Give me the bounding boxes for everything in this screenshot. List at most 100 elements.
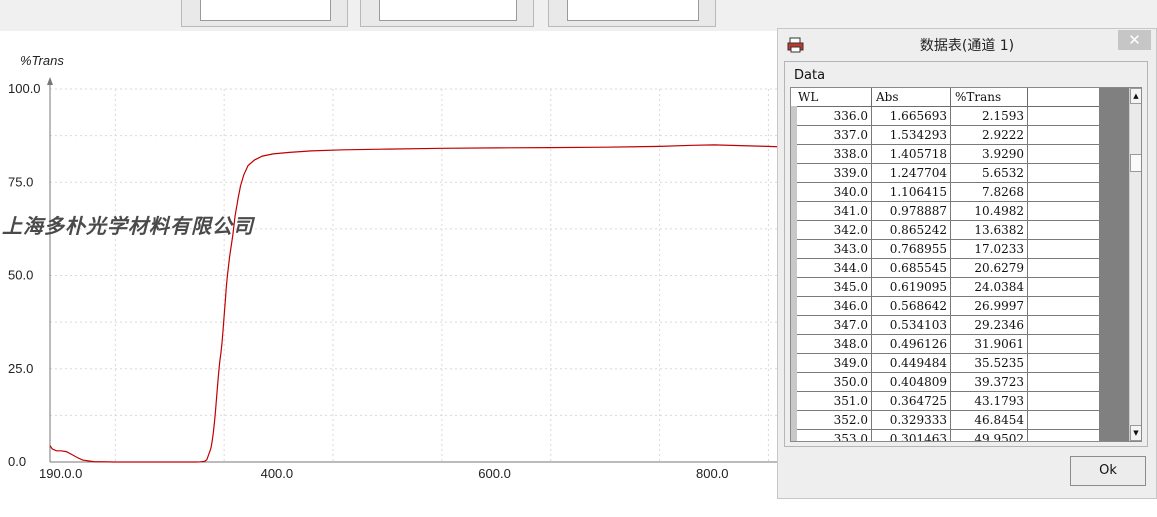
table-row[interactable]: 353.0 0.301463 49.9502 bbox=[791, 429, 1105, 441]
x-tick-label: 600.0 bbox=[478, 466, 511, 481]
table-row[interactable]: 342.0 0.865242 13.6382 bbox=[791, 220, 1105, 240]
cell-trans: 2.9222 bbox=[950, 125, 1028, 145]
cell-empty bbox=[1027, 277, 1105, 297]
cell-empty bbox=[1027, 144, 1105, 164]
table-header-row: WL Abs %Trans bbox=[794, 88, 1105, 107]
cell-trans: 20.6279 bbox=[950, 258, 1028, 278]
cell-trans: 24.0384 bbox=[950, 277, 1028, 297]
cell-empty bbox=[1027, 106, 1105, 126]
cell-wl: 346.0 bbox=[791, 296, 872, 316]
cell-abs: 1.106415 bbox=[871, 182, 951, 202]
ok-button[interactable]: Ok bbox=[1070, 456, 1146, 486]
scroll-down-button[interactable]: ▼ bbox=[1130, 425, 1141, 441]
table-row[interactable]: 343.0 0.768955 17.0233 bbox=[791, 239, 1105, 259]
table-row[interactable]: 351.0 0.364725 43.1793 bbox=[791, 391, 1105, 411]
cell-abs: 0.496126 bbox=[871, 334, 951, 354]
spectrum-chart[interactable]: 0.0 25.0 50.0 75.0 100.0 190.0.0 400.0 600.0 800… bbox=[0, 31, 780, 517]
cell-abs: 0.329333 bbox=[871, 410, 951, 430]
cell-trans: 29.2346 bbox=[950, 315, 1028, 335]
cell-wl: 339.0 bbox=[791, 163, 872, 183]
data-group-label: Data bbox=[794, 68, 826, 83]
table-row[interactable]: 339.0 1.247704 5.6532 bbox=[791, 163, 1105, 183]
table-row[interactable]: 348.0 0.496126 31.9061 bbox=[791, 334, 1105, 354]
cell-abs: 0.534103 bbox=[871, 315, 951, 335]
table-row[interactable]: 336.0 1.665693 2.1593 bbox=[791, 106, 1105, 126]
cell-abs: 0.865242 bbox=[871, 220, 951, 240]
cell-abs: 0.978887 bbox=[871, 201, 951, 221]
cell-empty bbox=[1027, 125, 1105, 145]
cell-wl: 350.0 bbox=[791, 372, 872, 392]
table-row[interactable]: 344.0 0.685545 20.6279 bbox=[791, 258, 1105, 278]
cell-abs: 0.301463 bbox=[871, 429, 951, 441]
cell-wl: 345.0 bbox=[791, 277, 872, 297]
cell-empty bbox=[1027, 220, 1105, 240]
close-button[interactable]: ✕ bbox=[1118, 30, 1151, 50]
cell-wl: 340.0 bbox=[791, 182, 872, 202]
table-row[interactable]: 340.0 1.106415 7.8268 bbox=[791, 182, 1105, 202]
cell-wl: 349.0 bbox=[791, 353, 872, 373]
x-tick-label: 190.0.0 bbox=[39, 466, 82, 481]
close-icon: ✕ bbox=[1128, 31, 1141, 49]
toolbar-field-frame-3 bbox=[548, 0, 716, 27]
cell-trans: 2.1593 bbox=[950, 106, 1028, 126]
scroll-thumb[interactable] bbox=[1130, 154, 1141, 172]
table-row[interactable]: 350.0 0.404809 39.3723 bbox=[791, 372, 1105, 392]
cell-abs: 1.405718 bbox=[871, 144, 951, 164]
cell-empty bbox=[1027, 315, 1105, 335]
column-header-abs[interactable]: Abs bbox=[871, 88, 951, 107]
column-header-trans[interactable]: %Trans bbox=[950, 88, 1028, 107]
x-tick-label: 400.0 bbox=[261, 466, 294, 481]
table-row[interactable]: 338.0 1.405718 3.9290 bbox=[791, 144, 1105, 164]
cell-wl: 352.0 bbox=[791, 410, 872, 430]
cell-abs: 1.534293 bbox=[871, 125, 951, 145]
table-row[interactable]: 346.0 0.568642 26.9997 bbox=[791, 296, 1105, 316]
toolbar-field-3[interactable] bbox=[567, 0, 699, 21]
cell-trans: 10.4982 bbox=[950, 201, 1028, 221]
arrow-down-icon: ▼ bbox=[1133, 429, 1139, 437]
cell-trans: 39.3723 bbox=[950, 372, 1028, 392]
data-grid[interactable]: WL Abs %Trans 336.0 1.665693 2.1593 337.0 1.… bbox=[790, 87, 1142, 442]
dialog-title: 数据表(通道 1) bbox=[919, 38, 1015, 54]
cell-trans: 35.5235 bbox=[950, 353, 1028, 373]
y-tick-label: 50.0 bbox=[8, 268, 33, 283]
cell-abs: 0.449484 bbox=[871, 353, 951, 373]
toolbar-field-frame-1 bbox=[181, 0, 348, 27]
x-tick-label: 800.0 bbox=[696, 466, 729, 481]
chart-tick-labels: 0.0 25.0 50.0 75.0 100.0 190.0.0 400.0 600.0 800… bbox=[8, 81, 729, 481]
cell-abs: 0.768955 bbox=[871, 239, 951, 259]
y-tick-label: 75.0 bbox=[8, 174, 33, 189]
scroll-up-button[interactable]: ▲ bbox=[1130, 88, 1141, 104]
vertical-scrollbar[interactable]: ▲ ▼ bbox=[1129, 88, 1141, 441]
spectrum-chart-area[interactable]: 0.0 25.0 50.0 75.0 100.0 190.0.0 400.0 600.0 800… bbox=[0, 31, 780, 517]
table-row[interactable]: 352.0 0.329333 46.8454 bbox=[791, 410, 1105, 430]
chart-axes bbox=[47, 77, 780, 463]
transmittance-series-line bbox=[49, 144, 780, 463]
column-header-wl[interactable]: WL bbox=[794, 88, 872, 107]
data-table: WL Abs %Trans 336.0 1.665693 2.1593 337.0 1.… bbox=[791, 88, 1105, 441]
cell-empty bbox=[1027, 372, 1105, 392]
cell-trans: 31.9061 bbox=[950, 334, 1028, 354]
cell-abs: 0.685545 bbox=[871, 258, 951, 278]
cell-abs: 0.619095 bbox=[871, 277, 951, 297]
data-group: Data WL Abs %Trans 336.0 1.665693 2.1593 33… bbox=[784, 61, 1148, 447]
table-row[interactable]: 337.0 1.534293 2.9222 bbox=[791, 125, 1105, 145]
toolbar-field-frame-2 bbox=[360, 0, 534, 27]
cell-trans: 5.6532 bbox=[950, 163, 1028, 183]
cell-wl: 338.0 bbox=[791, 144, 872, 164]
table-row[interactable]: 345.0 0.619095 24.0384 bbox=[791, 277, 1105, 297]
toolbar-field-2[interactable] bbox=[379, 0, 517, 21]
cell-empty bbox=[1027, 201, 1105, 221]
cell-wl: 351.0 bbox=[791, 391, 872, 411]
data-table-dialog[interactable]: 数据表(通道 1) ✕ Data WL Abs %Trans 336.0 1.66… bbox=[777, 28, 1157, 499]
cell-empty bbox=[1027, 296, 1105, 316]
y-axis-label: %Trans bbox=[20, 53, 64, 68]
table-row[interactable]: 347.0 0.534103 29.2346 bbox=[791, 315, 1105, 335]
table-row[interactable]: 341.0 0.978887 10.4982 bbox=[791, 201, 1105, 221]
cell-abs: 1.247704 bbox=[871, 163, 951, 183]
cell-trans: 26.9997 bbox=[950, 296, 1028, 316]
cell-empty bbox=[1027, 163, 1105, 183]
table-row[interactable]: 349.0 0.449484 35.5235 bbox=[791, 353, 1105, 373]
watermark-text: 上海多朴光学材料有限公司 bbox=[2, 214, 254, 238]
toolbar-field-1[interactable] bbox=[200, 0, 331, 21]
y-tick-label: 0.0 bbox=[8, 454, 26, 469]
